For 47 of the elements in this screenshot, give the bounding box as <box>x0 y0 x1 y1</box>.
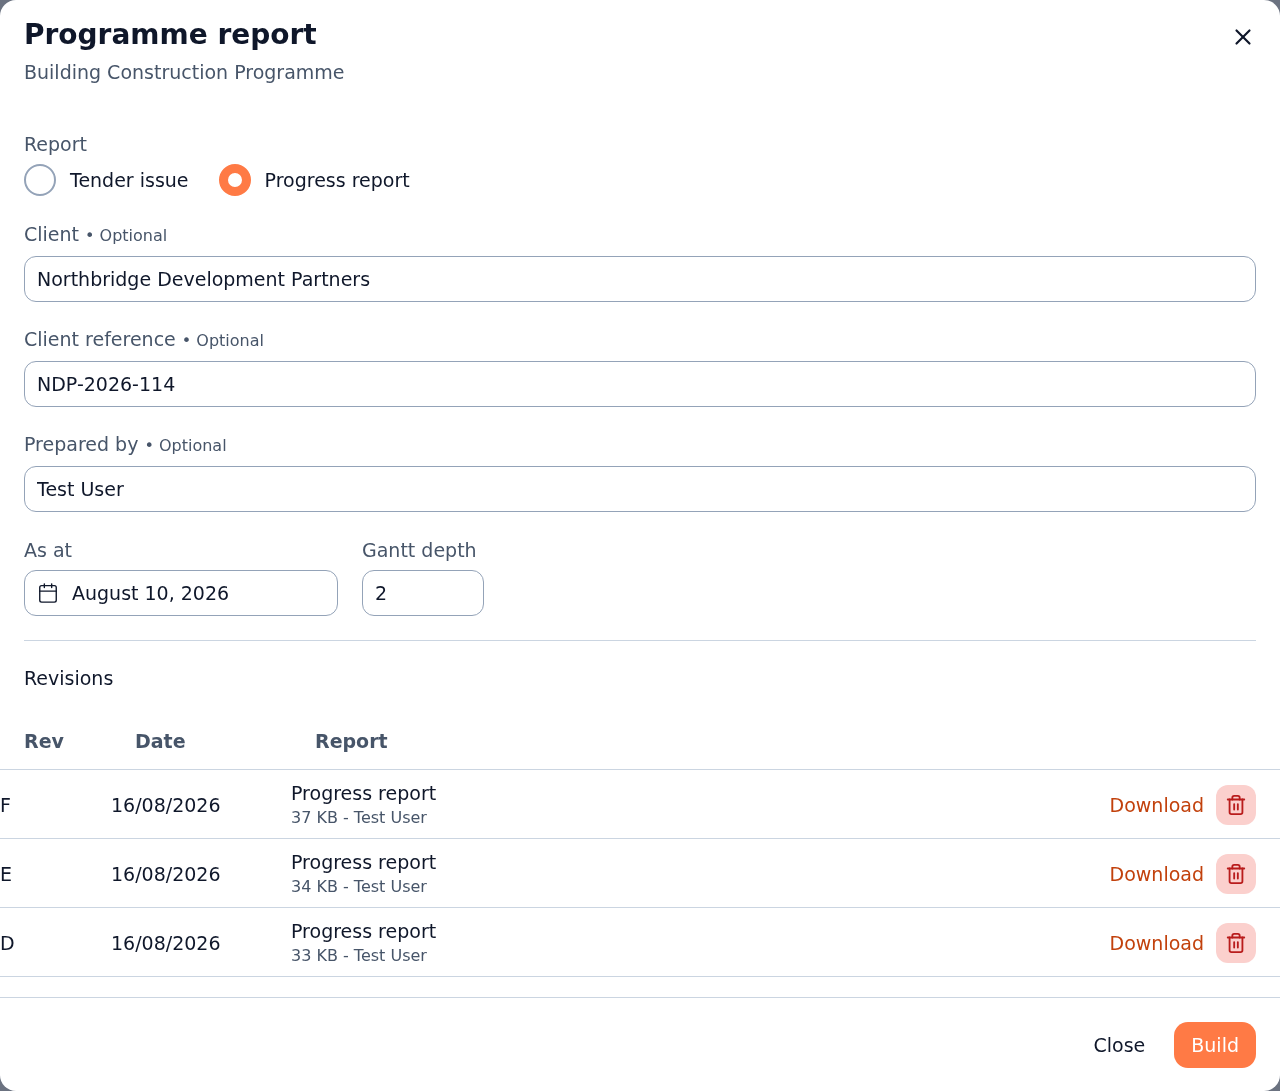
radio-label[interactable]: Tender issue <box>70 169 189 191</box>
download-link[interactable]: Download <box>1109 793 1204 816</box>
radio-button[interactable] <box>24 164 56 196</box>
report-details: 34 KB - Test User <box>291 877 428 896</box>
table-cell-text: 16/08/2026 <box>111 793 222 816</box>
calendar-icon <box>37 582 59 604</box>
table-cell-text: F <box>0 793 12 816</box>
field-label: Client <box>24 222 79 246</box>
report-details: 33 KB - Test User <box>291 946 428 965</box>
field-label: As at <box>24 538 73 562</box>
text-field[interactable]: NDP-2026-114 <box>24 361 1256 407</box>
table-cell-text: E <box>0 862 13 885</box>
delete-button[interactable] <box>1216 853 1256 894</box>
field-label: Client reference <box>24 327 176 351</box>
download-link[interactable]: Download <box>1109 931 1204 954</box>
delete-button[interactable] <box>1216 922 1256 963</box>
column-header: Report <box>315 730 389 752</box>
optional-note: • Optional <box>85 225 168 247</box>
field-label: Report <box>24 132 87 156</box>
column-header: Date <box>135 730 187 752</box>
trash-icon <box>1225 931 1247 954</box>
text-field[interactable]: Northbridge Development Partners <box>24 256 1256 302</box>
close-button[interactable]: Close <box>1076 1021 1163 1068</box>
section-title: Revisions <box>23 666 115 690</box>
report-details: 37 KB - Test User <box>291 808 428 827</box>
report-name: Progress report <box>291 920 438 942</box>
table-cell-text: 16/08/2026 <box>111 862 222 885</box>
field-label: Prepared by <box>24 432 139 456</box>
table-cell-text: D <box>0 931 16 954</box>
delete-button[interactable] <box>1216 784 1256 825</box>
date-field[interactable]: August 10, 2026 <box>24 570 338 616</box>
optional-note: • Optional <box>144 435 227 457</box>
radio-label[interactable]: Progress report <box>264 169 410 191</box>
table-cell-text: 16/08/2026 <box>111 931 222 954</box>
column-header: Rev <box>24 730 65 752</box>
number-field[interactable]: 2 <box>362 570 484 616</box>
download-link[interactable]: Download <box>1109 862 1204 885</box>
trash-icon <box>1225 793 1247 816</box>
text-field[interactable]: Test User <box>24 466 1256 512</box>
report-name: Progress report <box>291 782 438 804</box>
field-label: Gantt depth <box>362 538 477 562</box>
dialog-subtitle: Building Construction Programme <box>24 60 345 85</box>
optional-note: • Optional <box>181 330 264 352</box>
radio-button[interactable] <box>218 164 251 196</box>
dialog-title: Programme report <box>24 17 318 53</box>
trash-icon <box>1225 862 1247 885</box>
report-name: Progress report <box>291 851 438 873</box>
